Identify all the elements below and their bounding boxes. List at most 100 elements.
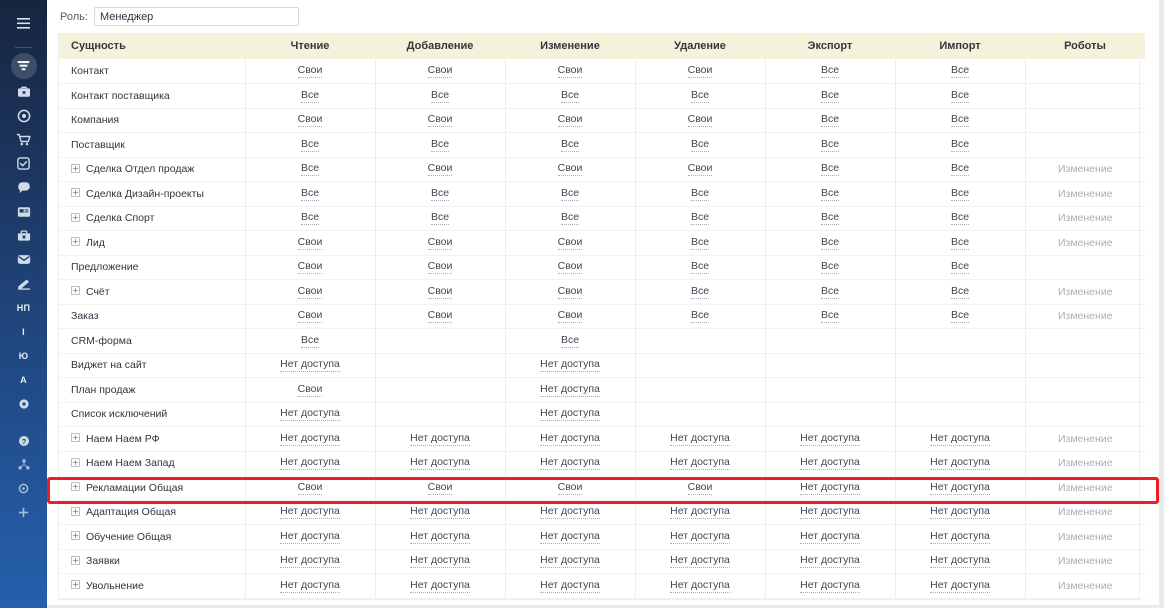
robots-cell[interactable]: Изменение — [1025, 524, 1145, 550]
permission-cell[interactable]: Все — [895, 279, 1026, 305]
permission-value[interactable]: Все — [820, 236, 840, 250]
permission-cell[interactable]: Все — [505, 328, 636, 354]
permission-value[interactable]: Нет доступа — [410, 554, 470, 569]
permission-value[interactable]: Нет доступа — [800, 505, 860, 520]
sidebar-item-sign[interactable] — [9, 272, 39, 295]
permission-value[interactable]: Все — [690, 211, 710, 226]
permission-value[interactable]: Нет доступа — [280, 554, 340, 569]
permission-value[interactable]: Свои — [557, 260, 583, 275]
permission-value[interactable]: Нет доступа — [800, 481, 860, 495]
robot-value[interactable]: Изменение — [1058, 580, 1113, 592]
robot-value[interactable]: Изменение — [1058, 555, 1113, 567]
permission-value[interactable]: Свои — [297, 64, 323, 78]
permission-cell[interactable]: Нет доступа — [245, 402, 376, 427]
sidebar-item-add[interactable] — [9, 501, 39, 524]
sidebar-item-help[interactable]: ? — [9, 429, 39, 452]
robots-cell[interactable]: Изменение — [1025, 500, 1145, 525]
permission-value[interactable]: Нет доступа — [800, 530, 860, 544]
permission-value[interactable]: Нет доступа — [670, 432, 730, 446]
permission-value[interactable]: Свои — [297, 309, 323, 324]
permission-value[interactable]: Все — [690, 89, 710, 103]
permission-value[interactable]: Нет доступа — [280, 579, 340, 593]
permission-value[interactable]: Все — [690, 138, 710, 152]
permission-cell[interactable]: Свои — [375, 157, 506, 182]
permission-value[interactable]: Все — [430, 211, 450, 226]
permission-value[interactable]: Нет доступа — [410, 579, 470, 593]
permission-value[interactable]: Все — [300, 162, 320, 177]
sidebar-item-yu[interactable]: Ю — [9, 344, 39, 367]
sidebar-item-briefcase[interactable] — [9, 80, 39, 103]
expand-icon[interactable]: + — [71, 163, 80, 173]
permission-cell[interactable]: Все — [245, 157, 376, 182]
permission-value[interactable]: Нет доступа — [930, 432, 990, 446]
permission-cell[interactable]: Нет доступа — [245, 500, 376, 525]
permission-value[interactable]: Все — [820, 211, 840, 226]
permission-cell[interactable]: Свои — [245, 304, 376, 329]
permission-cell[interactable]: Все — [635, 132, 766, 158]
robot-value[interactable]: Изменение — [1058, 286, 1113, 298]
sidebar-item-mail[interactable] — [9, 248, 39, 271]
permission-cell[interactable]: Нет доступа — [375, 451, 506, 476]
permission-value[interactable]: Все — [820, 187, 840, 201]
permission-cell[interactable]: Нет доступа — [635, 451, 766, 476]
permission-cell[interactable]: Свои — [505, 59, 636, 84]
robots-cell[interactable]: Изменение — [1025, 475, 1145, 501]
permission-value[interactable]: Все — [690, 187, 710, 201]
permission-cell[interactable]: Все — [635, 230, 766, 256]
permission-cell[interactable]: Все — [375, 181, 506, 207]
permission-value[interactable]: Нет доступа — [540, 554, 600, 569]
column-header-read[interactable]: Чтение — [245, 33, 375, 59]
expand-icon[interactable]: + — [71, 188, 80, 198]
permission-cell[interactable]: Все — [245, 206, 376, 231]
sidebar-item-tasks[interactable] — [9, 152, 39, 175]
permission-cell[interactable]: Свои — [505, 279, 636, 305]
robots-cell[interactable]: Изменение — [1025, 573, 1145, 599]
permission-cell[interactable]: Все — [505, 132, 636, 158]
permission-value[interactable]: Свои — [297, 383, 323, 397]
permission-cell[interactable]: Все — [765, 230, 896, 256]
role-input[interactable] — [93, 7, 299, 26]
permission-value[interactable]: Нет доступа — [540, 383, 600, 397]
permission-cell[interactable]: Нет доступа — [505, 426, 636, 452]
permission-cell[interactable]: Свои — [245, 377, 376, 403]
permission-cell[interactable]: Все — [895, 108, 1026, 133]
permission-value[interactable]: Нет доступа — [800, 456, 860, 471]
permission-value[interactable]: Все — [560, 138, 580, 152]
permission-value[interactable]: Свои — [427, 64, 453, 78]
column-header-delete[interactable]: Удаление — [635, 33, 765, 59]
permission-cell[interactable]: Нет доступа — [765, 573, 896, 599]
permission-value[interactable]: Все — [430, 187, 450, 201]
permission-value[interactable]: Нет доступа — [540, 505, 600, 520]
permission-value[interactable]: Нет доступа — [670, 554, 730, 569]
permission-value[interactable]: Все — [820, 113, 840, 128]
permission-value[interactable]: Нет доступа — [280, 432, 340, 446]
permission-value[interactable]: Все — [820, 162, 840, 177]
permission-value[interactable]: Нет доступа — [540, 530, 600, 544]
robot-value[interactable]: Изменение — [1058, 433, 1113, 445]
permission-cell[interactable]: Все — [505, 83, 636, 109]
permission-cell[interactable]: Нет доступа — [375, 500, 506, 525]
permission-cell[interactable]: Нет доступа — [895, 426, 1026, 452]
permission-cell[interactable]: Нет доступа — [635, 549, 766, 574]
permission-value[interactable]: Свои — [687, 162, 713, 177]
permission-cell[interactable]: Нет доступа — [635, 524, 766, 550]
permission-cell[interactable]: Свои — [635, 157, 766, 182]
permission-cell[interactable]: Все — [245, 328, 376, 354]
expand-icon[interactable]: + — [71, 482, 80, 492]
permission-value[interactable]: Свои — [557, 481, 583, 495]
column-header-edit[interactable]: Изменение — [505, 33, 635, 59]
sidebar-item-toolbox[interactable] — [9, 224, 39, 247]
expand-icon[interactable]: + — [71, 286, 80, 296]
permission-cell[interactable]: Все — [895, 206, 1026, 231]
permission-cell[interactable]: Свои — [635, 475, 766, 501]
permission-value[interactable]: Все — [950, 64, 970, 78]
permission-cell[interactable]: Нет доступа — [765, 524, 896, 550]
permission-value[interactable]: Нет доступа — [800, 554, 860, 569]
permission-value[interactable]: Все — [560, 187, 580, 201]
permission-value[interactable]: Все — [950, 285, 970, 299]
permission-value[interactable]: Свои — [557, 236, 583, 250]
permission-value[interactable]: Все — [820, 309, 840, 324]
permission-cell[interactable]: Свои — [635, 59, 766, 84]
permission-value[interactable]: Нет доступа — [540, 456, 600, 471]
permission-value[interactable]: Свои — [297, 481, 323, 495]
